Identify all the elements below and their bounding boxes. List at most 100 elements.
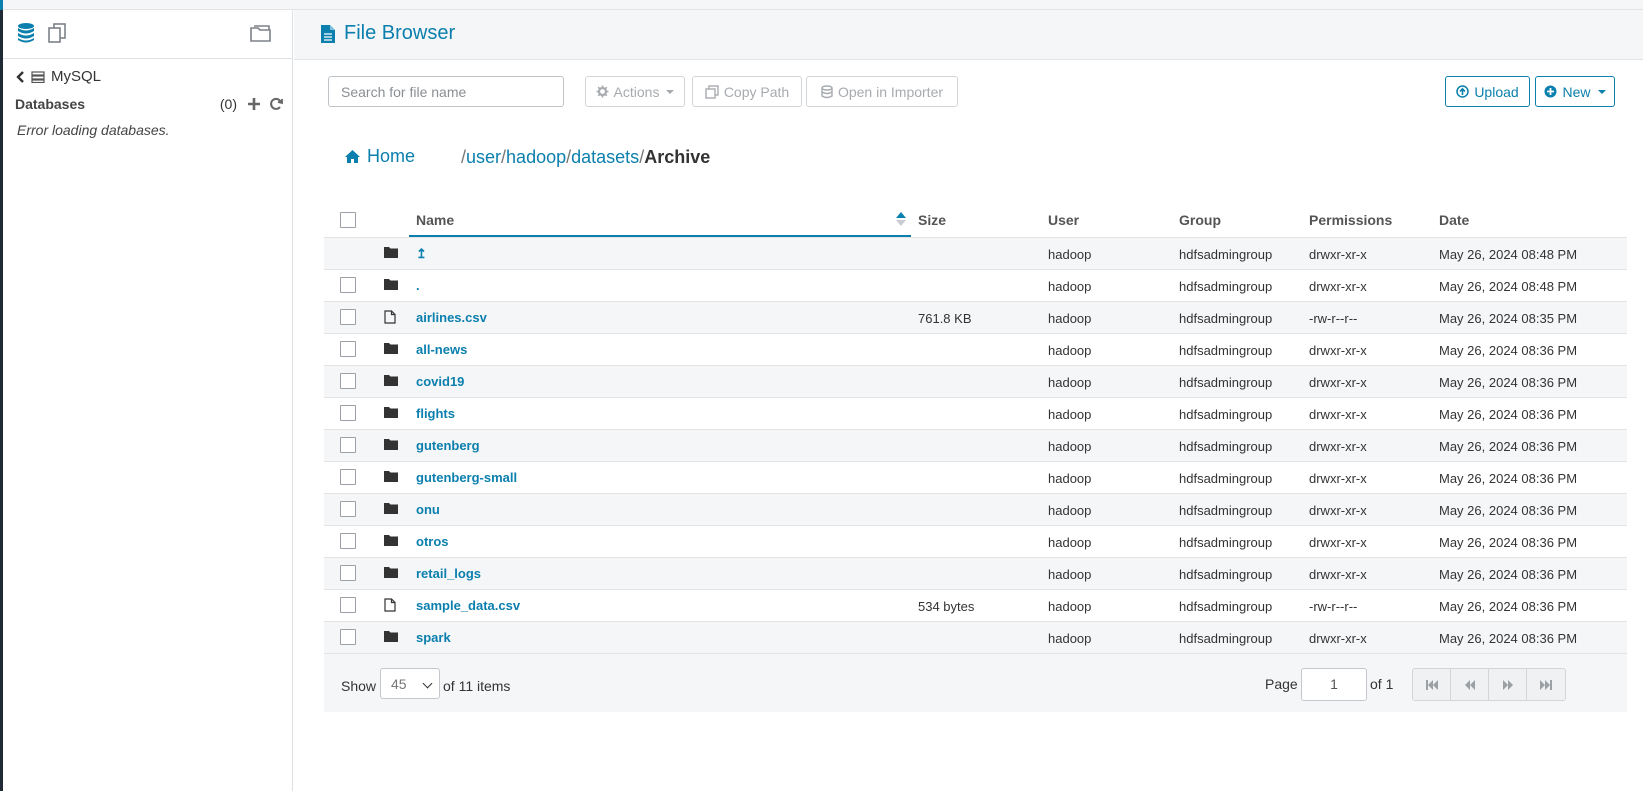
- table-row[interactable]: spark hadoop hdfsadmingroup drwxr-xr-x May 2…: [324, 621, 1627, 653]
- row-group: hdfsadmingroup: [1179, 439, 1273, 454]
- row-name-link[interactable]: flights: [416, 406, 455, 421]
- row-date: May 26, 2024 08:48 PM: [1439, 279, 1578, 294]
- table-row[interactable]: otros hadoop hdfsadmingroup drwxr-xr-x May 2…: [324, 525, 1627, 557]
- next-page-button[interactable]: [1489, 669, 1527, 700]
- row-name-link[interactable]: covid19: [416, 374, 464, 389]
- first-page-button[interactable]: [1413, 669, 1451, 700]
- copy-icon: [705, 84, 719, 99]
- add-icon[interactable]: [247, 97, 261, 111]
- table-row[interactable]: covid19 hadoop hdfsadmingroup drwxr-xr-x May…: [324, 365, 1627, 397]
- folder-browser-icon[interactable]: [249, 22, 273, 44]
- column-permissions-header[interactable]: Permissions: [1309, 212, 1392, 228]
- row-permissions: drwxr-xr-x: [1309, 343, 1367, 358]
- breadcrumb-item-datasets[interactable]: datasets: [571, 147, 639, 168]
- row-name-link[interactable]: .: [416, 278, 420, 293]
- page-of-label: of 1: [1370, 676, 1394, 692]
- row-user: hadoop: [1048, 631, 1092, 646]
- row-checkbox[interactable]: [340, 437, 356, 453]
- row-name-link[interactable]: gutenberg: [416, 438, 480, 453]
- row-group: hdfsadmingroup: [1179, 599, 1273, 614]
- row-name-link[interactable]: airlines.csv: [416, 310, 487, 325]
- refresh-icon[interactable]: [269, 97, 283, 111]
- table-row[interactable]: all-news hadoop hdfsadmingroup drwxr-xr-x Ma…: [324, 333, 1627, 365]
- row-checkbox[interactable]: [340, 533, 356, 549]
- row-name-link[interactable]: onu: [416, 502, 440, 517]
- table-row[interactable]: flights hadoop hdfsadmingroup drwxr-xr-x May…: [324, 397, 1627, 429]
- search-input[interactable]: [328, 76, 564, 107]
- row-name-link[interactable]: spark: [416, 630, 451, 645]
- breadcrumb-item-user[interactable]: user: [466, 147, 501, 168]
- row-name-link[interactable]: retail_logs: [416, 566, 481, 581]
- actions-button[interactable]: Actions: [585, 76, 685, 107]
- row-date: May 26, 2024 08:36 PM: [1439, 599, 1578, 614]
- column-date-header[interactable]: Date: [1439, 212, 1469, 228]
- last-page-button[interactable]: [1527, 669, 1565, 700]
- table-row[interactable]: onu hadoop hdfsadmingroup drwxr-xr-x May 26,…: [324, 493, 1627, 525]
- databases-header: Databases (0): [15, 96, 283, 112]
- row-name-link[interactable]: all-news: [416, 342, 467, 357]
- table-row[interactable]: retail_logs hadoop hdfsadmingroup drwxr-xr-…: [324, 557, 1627, 589]
- column-group-header[interactable]: Group: [1179, 212, 1221, 228]
- breadcrumb: / user / hadoop / datasets / Archive: [461, 147, 710, 168]
- upload-label: Upload: [1474, 83, 1519, 100]
- row-checkbox[interactable]: [340, 405, 356, 421]
- upload-button[interactable]: Upload: [1445, 76, 1530, 107]
- row-checkbox[interactable]: [340, 597, 356, 613]
- table-row[interactable]: gutenberg-small hadoop hdfsadmingroup drwxr…: [324, 461, 1627, 493]
- home-link[interactable]: Home: [344, 146, 415, 167]
- row-name-link[interactable]: sample_data.csv: [416, 598, 520, 613]
- row-date: May 26, 2024 08:36 PM: [1439, 343, 1578, 358]
- row-group: hdfsadmingroup: [1179, 407, 1273, 422]
- row-user: hadoop: [1048, 311, 1092, 326]
- folder-icon: [384, 246, 398, 261]
- table-row[interactable]: . hadoop hdfsadmingroup drwxr-xr-x May 26, 2…: [324, 269, 1627, 301]
- row-permissions: -rw-r--r--: [1309, 311, 1358, 326]
- row-date: May 26, 2024 08:36 PM: [1439, 439, 1578, 454]
- row-checkbox[interactable]: [340, 309, 356, 325]
- row-permissions: drwxr-xr-x: [1309, 535, 1367, 550]
- row-checkbox[interactable]: [340, 565, 356, 581]
- chevron-down-icon: [422, 678, 433, 689]
- folder-icon: [384, 502, 398, 517]
- table-row[interactable]: airlines.csv 761.8 KB hadoop hdfsadmingroup…: [324, 301, 1627, 333]
- row-group: hdfsadmingroup: [1179, 311, 1273, 326]
- row-name-link[interactable]: gutenberg-small: [416, 470, 517, 485]
- chevron-left-icon[interactable]: [15, 70, 25, 84]
- prev-page-button[interactable]: [1451, 669, 1489, 700]
- copy-path-button[interactable]: Copy Path: [692, 76, 802, 107]
- table-row[interactable]: sample_data.csv 534 bytes hadoop hdfsadming…: [324, 589, 1627, 621]
- column-name-header[interactable]: Name: [409, 204, 911, 237]
- page-input[interactable]: 1: [1301, 668, 1367, 701]
- show-label: Show: [341, 678, 377, 694]
- file-icon: [384, 310, 396, 327]
- column-user-header[interactable]: User: [1048, 212, 1079, 228]
- new-button[interactable]: New: [1535, 76, 1615, 107]
- row-checkbox[interactable]: [340, 341, 356, 357]
- actions-label: Actions: [613, 83, 660, 100]
- prev-page-icon: [1464, 679, 1475, 690]
- row-user: hadoop: [1048, 599, 1092, 614]
- breadcrumb-item-hadoop[interactable]: hadoop: [506, 147, 566, 168]
- database-icon[interactable]: [17, 22, 35, 44]
- file-table: Name Size User Group Permissions Date ↥ h…: [324, 204, 1627, 653]
- row-checkbox[interactable]: [340, 277, 356, 293]
- page-title: File Browser: [320, 22, 455, 45]
- row-checkbox[interactable]: [340, 629, 356, 645]
- row-checkbox[interactable]: [340, 373, 356, 389]
- row-name-link[interactable]: otros: [416, 534, 449, 549]
- table-row[interactable]: gutenberg hadoop hdfsadmingroup drwxr-xr-x M…: [324, 429, 1627, 461]
- documents-icon[interactable]: [47, 22, 67, 44]
- db-source-row[interactable]: MySQL: [15, 68, 101, 85]
- row-checkbox[interactable]: [340, 501, 356, 517]
- database-icon: [821, 84, 833, 98]
- row-checkbox[interactable]: [340, 469, 356, 485]
- select-all-checkbox[interactable]: [340, 212, 356, 228]
- page-size-select[interactable]: 45: [380, 668, 440, 699]
- row-user: hadoop: [1048, 407, 1092, 422]
- file-icon: [384, 598, 396, 615]
- column-size-header[interactable]: Size: [918, 212, 946, 228]
- open-importer-button[interactable]: Open in Importer: [806, 76, 958, 107]
- folder-icon: [384, 278, 398, 293]
- table-row[interactable]: ↥ hadoop hdfsadmingroup drwxr-xr-x May 26, 2…: [324, 237, 1627, 269]
- row-name-link[interactable]: ↥: [416, 246, 427, 262]
